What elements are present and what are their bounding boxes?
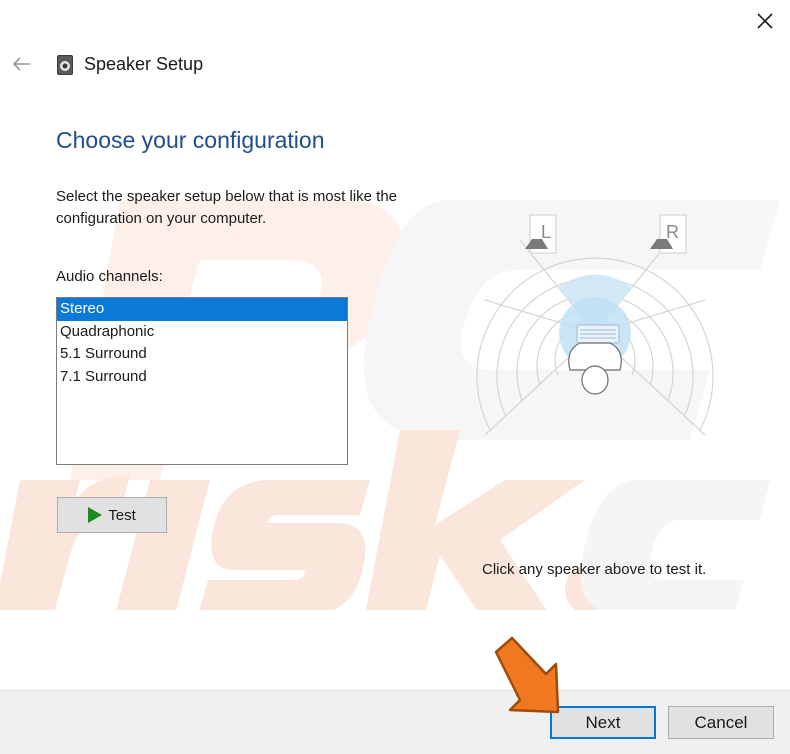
play-icon: [88, 507, 103, 523]
channel-option-quadraphonic[interactable]: Quadraphonic: [57, 321, 347, 344]
left-speaker-label: L: [541, 222, 551, 242]
next-button[interactable]: Next: [550, 706, 656, 739]
audio-channels-label: Audio channels:: [56, 268, 163, 285]
cancel-button[interactable]: Cancel: [668, 706, 774, 739]
channel-option-7-1-surround[interactable]: 7.1 Surround: [57, 366, 347, 389]
test-button[interactable]: Test: [57, 497, 167, 533]
channel-option-stereo[interactable]: Stereo: [57, 298, 347, 321]
speaker-diagram: L R: [476, 214, 714, 436]
test-speaker-hint: Click any speaker above to test it.: [482, 561, 707, 578]
speaker-icon: [57, 55, 73, 75]
right-speaker-label: R: [666, 222, 679, 242]
left-speaker-icon[interactable]: L: [525, 214, 557, 254]
instructions-text: Select the speaker setup below that is m…: [56, 188, 398, 227]
channel-option-5-1-surround[interactable]: 5.1 Surround: [57, 343, 347, 366]
back-arrow-icon[interactable]: [10, 55, 32, 73]
right-speaker-icon[interactable]: R: [650, 214, 687, 254]
audio-channels-listbox[interactable]: Stereo Quadraphonic 5.1 Surround 7.1 Sur…: [56, 297, 348, 465]
close-icon[interactable]: [752, 8, 778, 34]
page-heading: Choose your configuration: [56, 127, 325, 153]
test-button-label: Test: [108, 506, 136, 524]
window-title: Speaker Setup: [84, 54, 204, 74]
